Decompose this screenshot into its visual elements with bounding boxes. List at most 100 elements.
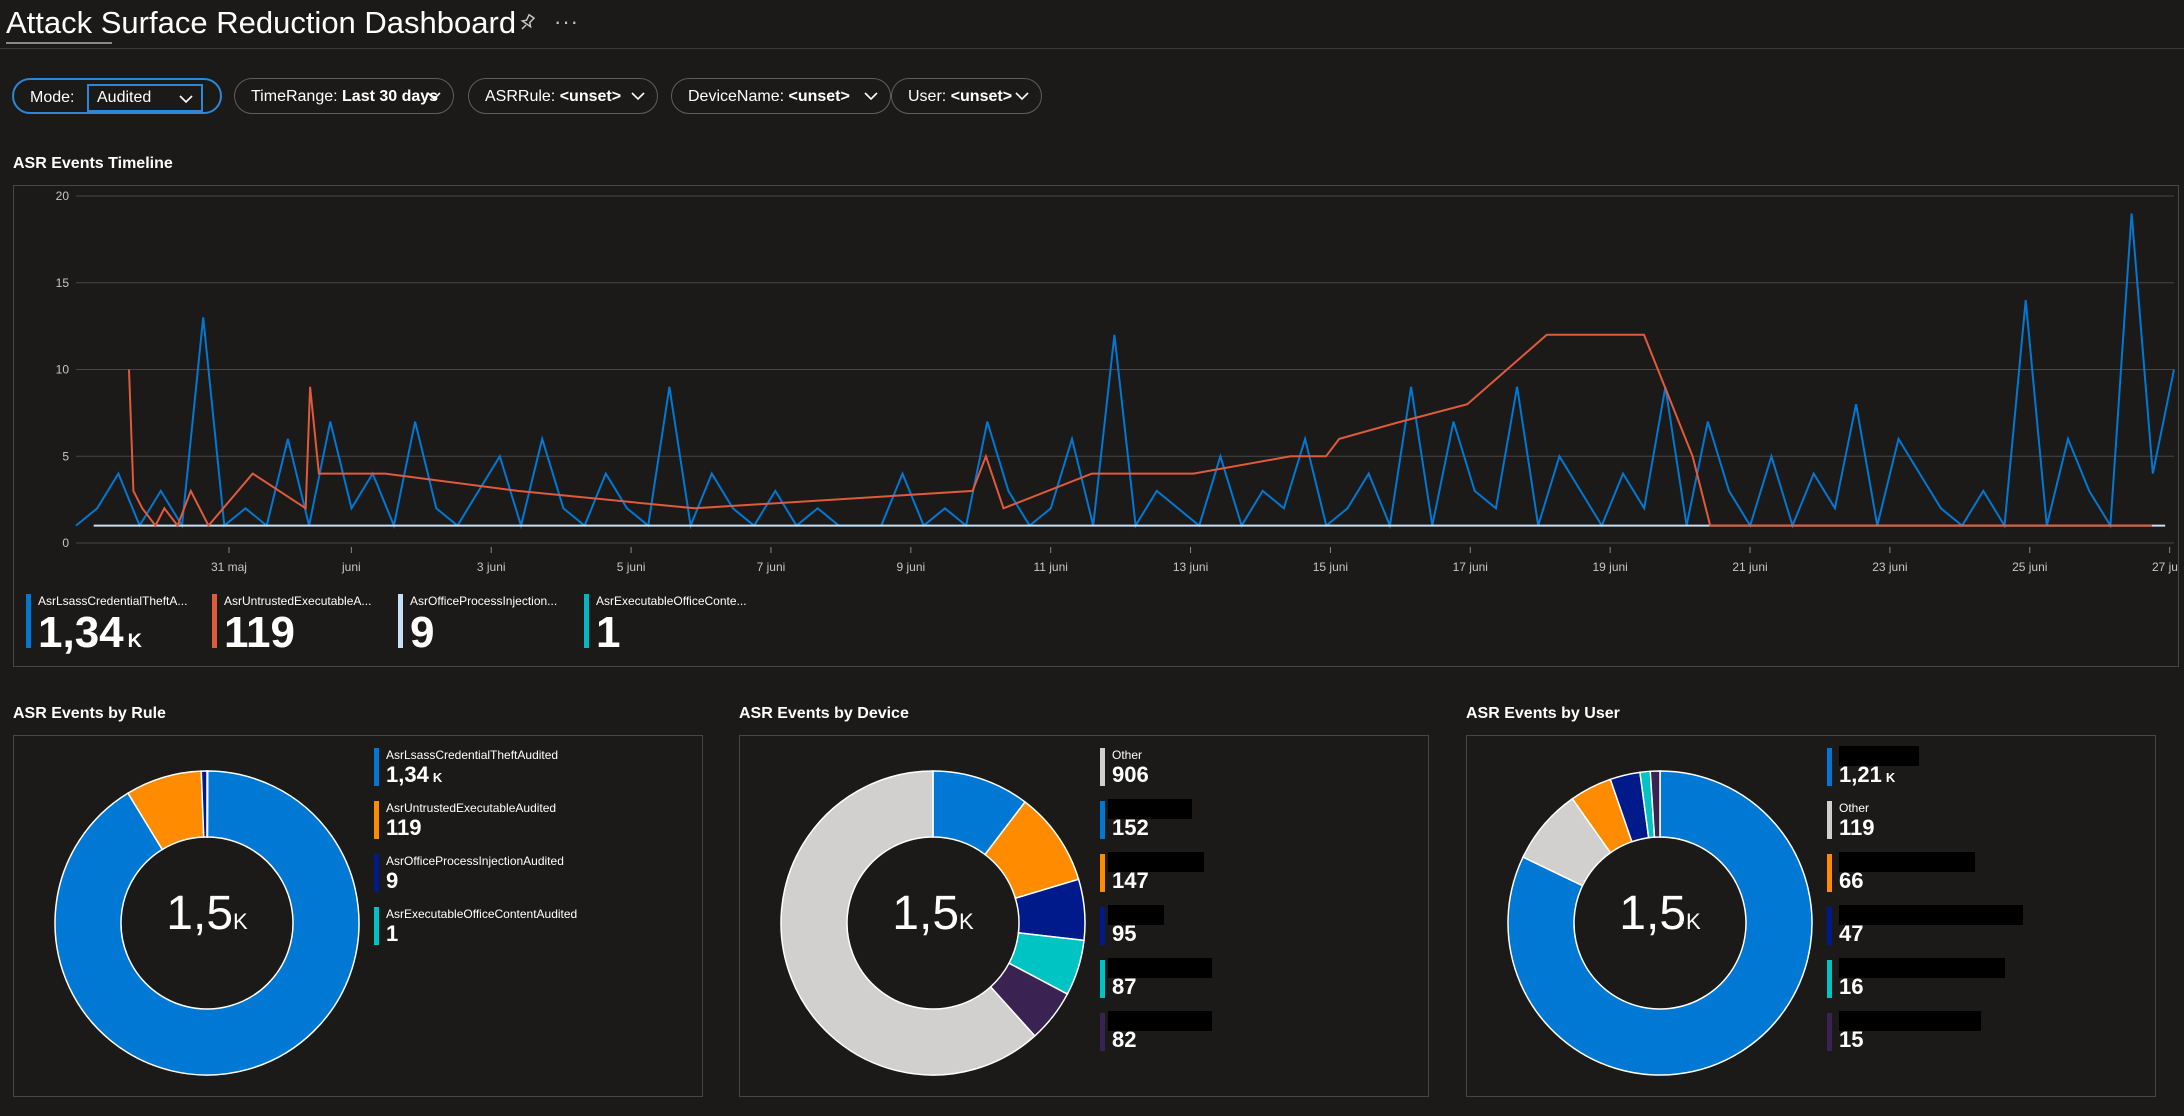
legend-series-unit: K	[127, 630, 142, 652]
chevron-down-icon	[179, 95, 193, 104]
chevron-down-icon	[427, 92, 441, 101]
x-tick-label: 3 juni	[477, 560, 506, 574]
x-tick-label: juni	[341, 560, 361, 574]
asr-rule-value: <unset>	[559, 88, 622, 105]
legend-name: AsrExecutableOfficeContentAudited	[386, 907, 578, 921]
legend-value: 47	[1839, 921, 1864, 946]
legend-value: 95	[1112, 921, 1137, 946]
x-tick-label: 9 juni	[896, 560, 925, 574]
by-rule-panel: 1,5K AsrLsassCredentialTheftAudited 1,34 K…	[13, 735, 703, 1097]
legend-value: 906	[1112, 762, 1149, 787]
legend-value: 82	[1112, 1027, 1137, 1052]
legend-name: AsrOfficeProcessInjectionAudited	[386, 854, 564, 868]
mode-select[interactable]: Audited	[87, 84, 203, 112]
legend-color-swatch	[1827, 960, 1832, 998]
timeline-panel: 0 5 10 15 20 31 maj juni 3 juni 5 juni 7 juni 9 ju…	[13, 185, 2179, 667]
series-line-untrusted-executable	[128, 333, 2152, 528]
time-range-filter[interactable]: TimeRange: Last 30 days	[234, 78, 454, 114]
x-tick-label: 15 juni	[1313, 560, 1348, 574]
legend-value: 147	[1112, 868, 1149, 893]
title-underline	[6, 42, 112, 44]
x-tick-label: 23 juni	[1872, 560, 1907, 574]
legend-value: 119	[1839, 815, 1875, 840]
by-device-total: 1,5K	[763, 886, 1103, 941]
legend-color-swatch	[374, 748, 379, 786]
legend-value: 16	[1839, 974, 1864, 999]
mode-filter[interactable]: Mode: Audited	[12, 78, 222, 114]
legend-series-name: AsrOfficeProcessInjection...	[410, 594, 558, 608]
by-user-total-unit: K	[1686, 909, 1701, 934]
legend-value: 1,34 K	[386, 762, 443, 787]
legend-color-swatch	[1100, 748, 1105, 786]
x-tick-label: 5 juni	[617, 560, 646, 574]
by-user-panel: 1,5K 1,21 K Other 119 66 47 16 15	[1466, 735, 2156, 1097]
pin-icon[interactable]	[516, 12, 538, 34]
y-tick-label: 5	[62, 449, 69, 463]
mode-filter-label: Mode:	[30, 89, 75, 106]
legend-value: 119	[386, 815, 422, 840]
legend-color-swatch	[1100, 801, 1105, 839]
chevron-down-icon	[864, 92, 878, 101]
legend-value: 66	[1839, 868, 1864, 893]
legend-color-swatch	[1827, 801, 1832, 839]
timeline-title: ASR Events Timeline	[13, 155, 173, 172]
legend-color-swatch	[374, 907, 379, 945]
chevron-down-icon	[631, 92, 645, 101]
more-options-icon[interactable]: ···	[554, 9, 579, 35]
legend-series-name: AsrUntrustedExecutableA...	[224, 594, 372, 608]
by-rule-title: ASR Events by Rule	[13, 705, 166, 722]
x-tick-label: 17 juni	[1453, 560, 1488, 574]
by-user-total-value: 1,5	[1619, 887, 1687, 940]
user-filter[interactable]: User: <unset>	[891, 78, 1042, 114]
legend-color-swatch	[1100, 907, 1105, 945]
by-device-panel: 1,5K Other 906 152 147 95 87 82	[739, 735, 1429, 1097]
legend-name: Other	[1839, 801, 1870, 815]
legend-series-value: 119	[224, 608, 295, 657]
legend-name: AsrUntrustedExecutableAudited	[386, 801, 557, 815]
legend-color-swatch	[374, 854, 379, 892]
x-tick-label: 21 juni	[1732, 560, 1767, 574]
legend-value: 87	[1112, 974, 1137, 999]
y-tick-label: 10	[56, 363, 70, 377]
redacted-label	[1839, 905, 2023, 925]
legend-color-swatch	[374, 801, 379, 839]
legend-color-swatch	[584, 594, 589, 648]
asr-rule-label: ASRRule:	[485, 88, 556, 105]
donut-slice	[206, 770, 209, 838]
x-tick-label: 11 juni	[1033, 560, 1067, 574]
device-name-filter[interactable]: DeviceName: <unset>	[671, 78, 891, 114]
legend-color-swatch	[1100, 854, 1105, 892]
legend-color-swatch	[398, 594, 403, 648]
legend-color-swatch	[212, 594, 217, 648]
legend-name: AsrLsassCredentialTheftAudited	[386, 748, 559, 762]
by-user-title: ASR Events by User	[1466, 705, 1620, 722]
legend-series-name: AsrLsassCredentialTheftA...	[38, 594, 188, 608]
x-tick-label: 7 juni	[757, 560, 786, 574]
by-device-total-unit: K	[959, 909, 974, 934]
legend-color-swatch	[1827, 1013, 1832, 1051]
legend-unit: K	[432, 770, 443, 785]
x-tick-label: 19 juni	[1592, 560, 1627, 574]
x-tick-label: 13 juni	[1173, 560, 1208, 574]
legend-color-swatch	[1827, 748, 1832, 786]
legend-series-name: AsrExecutableOfficeConte...	[596, 594, 746, 608]
time-range-label: TimeRange:	[251, 88, 338, 105]
by-device-title: ASR Events by Device	[739, 705, 909, 722]
legend-color-swatch	[1100, 960, 1105, 998]
device-name-value: <unset>	[788, 88, 850, 105]
device-name-label: DeviceName:	[688, 88, 785, 105]
legend-series-value: 1,34 K	[38, 608, 142, 657]
mode-select-value: Audited	[97, 89, 152, 106]
x-tick-label: 31 maj	[211, 560, 247, 574]
time-range-value: Last 30 days	[342, 88, 439, 105]
asr-rule-filter[interactable]: ASRRule: <unset>	[468, 78, 658, 114]
legend-series-value: 9	[410, 608, 435, 657]
legend-color-swatch	[1100, 1013, 1105, 1051]
legend-color-swatch	[1827, 854, 1832, 892]
y-tick-label: 15	[56, 276, 70, 290]
legend-value: 1	[386, 921, 399, 946]
legend-value: 152	[1112, 815, 1149, 840]
legend-series-value: 1	[596, 608, 621, 657]
by-rule-total: 1,5K	[37, 886, 377, 941]
by-rule-total-value: 1,5	[166, 887, 234, 940]
